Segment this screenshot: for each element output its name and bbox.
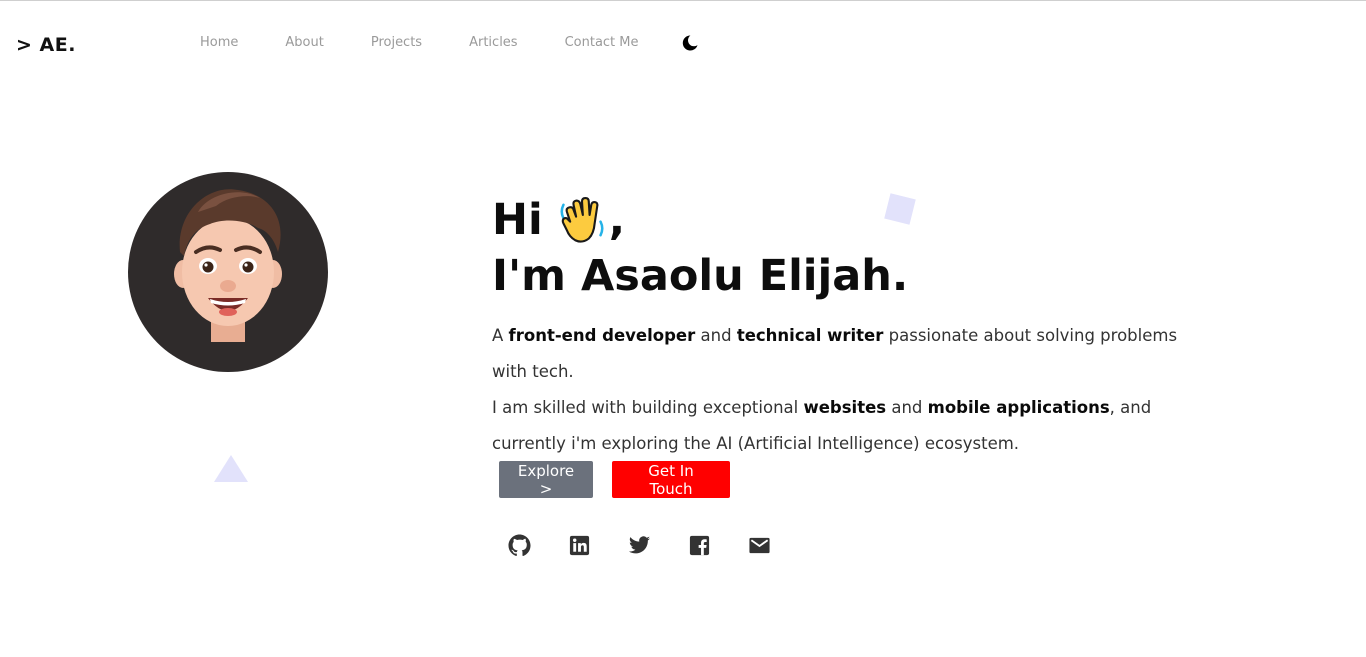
intro-text: and xyxy=(695,326,737,345)
social-links xyxy=(508,534,808,557)
intro-description: A front-end developer and technical writ… xyxy=(492,318,1212,462)
moon-icon[interactable] xyxy=(680,33,700,53)
memoji-avatar-icon xyxy=(174,189,282,342)
greeting-comma: , xyxy=(608,195,626,245)
site-logo[interactable]: > AE. xyxy=(16,34,76,56)
skills-text: I am skilled with building exceptional xyxy=(492,398,804,417)
nav-projects[interactable]: Projects xyxy=(371,35,422,50)
nav-contact-me[interactable]: Contact Me xyxy=(565,35,639,50)
cta-buttons: Explore > Get In Touch xyxy=(499,461,730,498)
avatar xyxy=(128,172,328,372)
facebook-icon[interactable] xyxy=(688,534,711,557)
explore-button[interactable]: Explore > xyxy=(499,461,593,498)
decorative-triangle xyxy=(214,455,248,482)
highlight-writer: technical writer xyxy=(736,326,884,345)
waving-hand-icon xyxy=(560,197,604,243)
hero-section: Hi , I'm Asaolu Elijah. A front-end deve… xyxy=(492,192,1212,462)
greeting-text: Hi xyxy=(492,195,543,245)
twitter-icon[interactable] xyxy=(628,534,651,557)
get-in-touch-button[interactable]: Get In Touch xyxy=(612,461,730,498)
top-border xyxy=(0,0,1366,1)
highlight-mobile: mobile applications xyxy=(927,398,1110,417)
github-icon[interactable] xyxy=(508,534,531,557)
nav-articles[interactable]: Articles xyxy=(469,35,517,50)
name-heading: I'm Asaolu Elijah. xyxy=(492,251,909,301)
nav-home[interactable]: Home xyxy=(200,35,238,50)
highlight-frontend: front-end developer xyxy=(508,326,696,345)
intro-text: A xyxy=(492,326,509,345)
main-nav: Home About Projects Articles Contact Me xyxy=(200,35,686,50)
skills-text: and xyxy=(886,398,928,417)
nav-about[interactable]: About xyxy=(285,35,323,50)
email-icon[interactable] xyxy=(748,534,771,557)
linkedin-icon[interactable] xyxy=(568,534,591,557)
greeting-heading: Hi , xyxy=(492,192,1212,248)
highlight-websites: websites xyxy=(803,398,887,417)
